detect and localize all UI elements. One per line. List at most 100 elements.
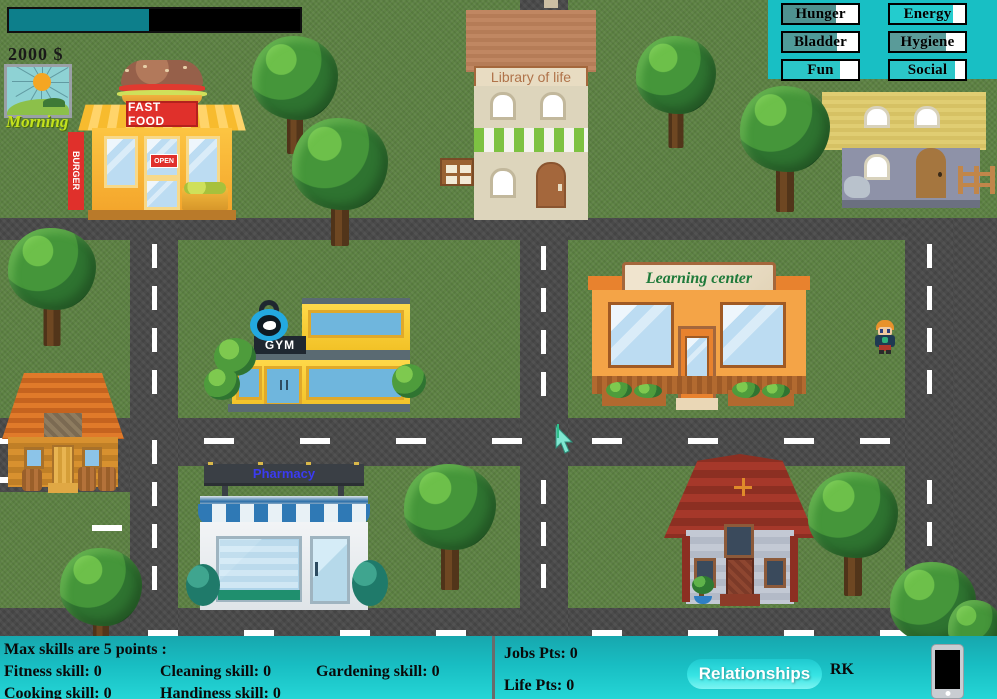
building-gym[interactable]: GYM bbox=[198, 292, 426, 414]
learning-center-sign-label: Learning center bbox=[645, 270, 753, 287]
building-log-cabin[interactable] bbox=[2, 365, 124, 495]
need-hunger[interactable]: Hunger bbox=[781, 3, 860, 25]
need-bladder[interactable]: Bladder bbox=[781, 31, 860, 53]
skills-heading: Max skills are 5 points : bbox=[4, 641, 167, 658]
barrel bbox=[98, 467, 116, 491]
lane-dash bbox=[927, 480, 932, 504]
jobs-points-label: Jobs Pts: 0 bbox=[504, 645, 578, 662]
planter-foliage bbox=[184, 182, 226, 194]
burger-banner-label: BURGER bbox=[71, 151, 81, 191]
building-red-house[interactable] bbox=[664, 454, 816, 610]
porch-column bbox=[790, 536, 798, 602]
bush bbox=[392, 364, 426, 398]
building-library[interactable]: Library of life bbox=[440, 0, 596, 220]
building-learning-center[interactable]: Learning center bbox=[588, 258, 810, 420]
bush bbox=[634, 384, 662, 398]
lane-dash bbox=[152, 370, 157, 394]
door-knob-icon bbox=[938, 172, 942, 177]
building-pharmacy[interactable]: Pharmacy bbox=[186, 460, 388, 610]
gable-stone bbox=[44, 413, 82, 439]
open-badge: OPEN bbox=[150, 154, 178, 168]
handiness-skill-label: Handiness skill: 0 bbox=[160, 685, 281, 699]
phone-icon[interactable] bbox=[931, 644, 964, 699]
need-hunger-label: Hunger bbox=[795, 5, 846, 22]
roof bbox=[466, 10, 596, 72]
burger-decor bbox=[117, 60, 207, 104]
awning-striped bbox=[474, 128, 588, 152]
day-progress-bar bbox=[7, 7, 302, 33]
tree bbox=[292, 118, 388, 246]
window bbox=[914, 106, 940, 128]
base bbox=[228, 404, 410, 412]
lane-dash bbox=[492, 438, 522, 444]
relationships-button[interactable]: Relationships bbox=[687, 659, 822, 689]
money-label: 2000 $ bbox=[8, 44, 64, 64]
tree bbox=[404, 464, 496, 590]
lane-dash bbox=[92, 525, 122, 531]
building-fast-food[interactable]: FAST FOOD OPEN BURGER bbox=[68, 60, 246, 220]
player-avatar[interactable] bbox=[872, 320, 898, 354]
need-energy-label: Energy bbox=[903, 5, 952, 22]
kettlebell-icon bbox=[250, 300, 288, 341]
mouse-cursor bbox=[552, 424, 578, 460]
need-social-label: Social bbox=[907, 61, 948, 78]
bookshelf-sign-icon bbox=[440, 158, 474, 186]
lane-dash bbox=[204, 438, 234, 444]
sign-supports bbox=[338, 486, 344, 496]
rock-decor bbox=[844, 176, 870, 198]
steps bbox=[720, 594, 760, 606]
lane-dash bbox=[784, 438, 814, 444]
lane-dash bbox=[541, 246, 546, 270]
lane-dash bbox=[592, 438, 622, 444]
lane-dash bbox=[300, 438, 330, 444]
lane-dash bbox=[152, 566, 157, 590]
cooking-skill-label: Cooking skill: 0 bbox=[4, 685, 112, 699]
lane-dash bbox=[927, 286, 932, 310]
gardening-skill-label: Gardening skill: 0 bbox=[316, 663, 440, 680]
need-energy[interactable]: Energy bbox=[888, 3, 967, 25]
day-progress-fill bbox=[9, 9, 149, 31]
barrel bbox=[78, 467, 96, 491]
lane-dash bbox=[688, 438, 718, 444]
window bbox=[490, 92, 516, 120]
lane-dash bbox=[541, 288, 546, 312]
window bbox=[308, 310, 404, 338]
window bbox=[82, 447, 102, 469]
needs-panel: Hunger Energy Bladder Hygiene Fun Social bbox=[768, 0, 997, 81]
need-fun[interactable]: Fun bbox=[781, 59, 860, 81]
window bbox=[864, 154, 890, 180]
fence-icon bbox=[958, 166, 996, 194]
door[interactable] bbox=[264, 366, 302, 406]
tree bbox=[808, 472, 898, 596]
barrel bbox=[22, 469, 42, 491]
lane-dash bbox=[927, 328, 932, 352]
time-of-day-label: Morning bbox=[6, 112, 69, 131]
door[interactable] bbox=[144, 178, 180, 210]
lane-dash bbox=[396, 438, 426, 444]
need-hygiene-label: Hygiene bbox=[900, 33, 955, 50]
building-gray-house[interactable] bbox=[822, 92, 995, 210]
lane-dash bbox=[927, 244, 932, 268]
bush bbox=[606, 382, 632, 398]
lane-dash bbox=[152, 524, 157, 548]
lane-dash bbox=[541, 330, 546, 354]
lane-dash bbox=[541, 372, 546, 396]
bush bbox=[204, 368, 240, 400]
lane-dash bbox=[927, 370, 932, 394]
door-knob-icon bbox=[558, 184, 562, 191]
lane-dash bbox=[152, 286, 157, 310]
lane-dash bbox=[152, 328, 157, 352]
roof bbox=[822, 92, 986, 150]
game-viewport: FAST FOOD OPEN BURGER Library of life Le… bbox=[0, 0, 997, 699]
need-social[interactable]: Social bbox=[888, 59, 967, 81]
life-points-label: Life Pts: 0 bbox=[504, 677, 575, 694]
lane-dash bbox=[152, 482, 157, 506]
need-hygiene[interactable]: Hygiene bbox=[888, 31, 967, 53]
base bbox=[842, 200, 980, 208]
weathervane-icon bbox=[734, 478, 752, 496]
pharmacy-sign-label: Pharmacy bbox=[252, 466, 316, 481]
tree bbox=[636, 36, 716, 148]
steps bbox=[48, 483, 78, 493]
door[interactable] bbox=[52, 445, 74, 487]
burger-banner: BURGER bbox=[68, 132, 84, 210]
